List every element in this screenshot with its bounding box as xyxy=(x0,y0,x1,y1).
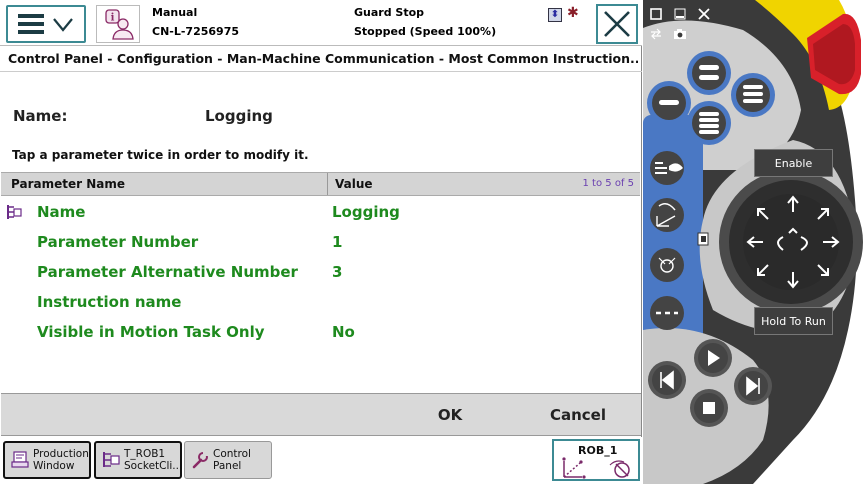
safety-state: Guard Stop xyxy=(354,6,425,19)
main-menu-button[interactable] xyxy=(6,5,86,43)
close-icon xyxy=(604,11,630,37)
hold-to-run-label: Hold To Run xyxy=(761,314,826,328)
production-window-icon xyxy=(11,451,29,468)
parameter-name: Instruction name xyxy=(37,293,182,311)
task-label-2: Panel xyxy=(213,460,242,472)
parameter-value: Logging xyxy=(332,203,400,221)
parameter-grid-header: Parameter Name Value 1 to 5 of 5 xyxy=(1,172,640,196)
hotedit-button[interactable]: i xyxy=(96,5,140,43)
ok-button[interactable]: OK xyxy=(387,394,513,436)
taskbar: Production Window T_ROB1 SocketCli... Cont… xyxy=(0,437,642,484)
table-row[interactable]: Name Logging xyxy=(1,197,640,227)
parameter-name: Parameter Number xyxy=(37,233,199,251)
hold-to-run-button[interactable]: Hold To Run xyxy=(754,307,833,335)
svg-text:i: i xyxy=(111,13,115,24)
parameter-value: 3 xyxy=(332,263,343,281)
program-state-icon: ⬍ xyxy=(548,8,562,22)
controller-name: CN-L-7256975 xyxy=(152,25,239,38)
top-bar: i Manual CN-L-7256975 Guard Stop Stopped… xyxy=(0,0,642,46)
parameter-name: Parameter Alternative Number xyxy=(37,263,298,281)
selected-row-icon xyxy=(7,205,22,219)
parameter-grid: Name Logging Parameter Number 1 Paramete… xyxy=(1,197,640,393)
chevron-down-icon xyxy=(53,18,73,32)
instruction-name-label: Name: xyxy=(13,107,68,125)
program-editor-icon xyxy=(103,452,120,467)
table-row[interactable]: Parameter Alternative Number 3 xyxy=(1,257,640,287)
task-label-2: Window xyxy=(33,460,75,472)
parameter-name: Visible in Motion Task Only xyxy=(37,323,265,341)
table-row[interactable]: Visible in Motion Task Only No xyxy=(1,317,640,347)
flexpendant-window: i Manual CN-L-7256975 Guard Stop Stopped… xyxy=(0,0,864,484)
operating-mode: Manual xyxy=(152,6,198,19)
task-program-editor[interactable]: T_ROB1 SocketCli... xyxy=(94,441,182,479)
motion-mode-key[interactable] xyxy=(650,198,684,232)
hint-text: Tap a parameter twice in order to modify… xyxy=(12,148,309,162)
task-control-panel[interactable]: Control Panel xyxy=(184,441,272,479)
instruction-name-value: Logging xyxy=(205,107,273,125)
task-label-2: SocketCli... xyxy=(124,460,183,472)
enable-button[interactable]: Enable xyxy=(754,149,833,177)
step-forward-button[interactable] xyxy=(734,367,772,405)
step-backward-button[interactable] xyxy=(648,361,686,399)
close-button[interactable] xyxy=(596,4,638,44)
wrench-icon xyxy=(192,452,208,469)
stop-button[interactable] xyxy=(690,389,728,427)
divider xyxy=(0,71,642,72)
parameter-name: Name xyxy=(37,203,86,221)
motion-state: Stopped (Speed 100%) xyxy=(354,25,497,38)
parameter-value: No xyxy=(332,323,355,341)
task-label-1: T_ROB1 xyxy=(124,448,166,460)
task-label-1: Production xyxy=(33,448,89,460)
column-header-value[interactable]: Value xyxy=(335,177,373,191)
incremental-mode-key[interactable] xyxy=(650,248,684,282)
gear-icon: ✱ xyxy=(567,5,579,21)
camera-icon[interactable] xyxy=(673,28,687,42)
column-header-name[interactable]: Parameter Name xyxy=(1,173,328,195)
info-user-icon: i xyxy=(105,9,134,40)
paging-indicator: 1 to 5 of 5 xyxy=(582,178,634,189)
swap-icon[interactable] xyxy=(649,28,663,42)
pendant-hardware: Enable Hold To Run xyxy=(643,0,864,484)
status-bar[interactable]: Manual CN-L-7256975 Guard Stop Stopped (… xyxy=(146,3,586,43)
quickset-button[interactable]: ROB_1 xyxy=(552,439,640,481)
parameter-value: 1 xyxy=(332,233,343,251)
jog-settings-icon xyxy=(562,457,630,479)
toggle-key[interactable] xyxy=(650,296,684,330)
close-window-icon[interactable] xyxy=(697,7,711,21)
command-bar: OK Cancel xyxy=(1,394,641,436)
pendant-body xyxy=(643,0,863,484)
task-production-window[interactable]: Production Window xyxy=(3,441,91,479)
breadcrumb: Control Panel - Configuration - Man-Mach… xyxy=(8,51,638,66)
table-row[interactable]: Instruction name xyxy=(1,287,640,317)
enable-label: Enable xyxy=(774,156,813,170)
minimize-icon[interactable] xyxy=(673,7,687,21)
start-button[interactable] xyxy=(694,339,732,377)
task-label-1: Control xyxy=(213,448,251,460)
hamburger-icon xyxy=(18,14,44,34)
maximize-icon[interactable] xyxy=(649,7,663,21)
table-row[interactable]: Parameter Number 1 xyxy=(1,227,640,257)
mechanical-unit-key[interactable] xyxy=(650,151,684,185)
cancel-button[interactable]: Cancel xyxy=(515,394,641,436)
pendant-screen: i Manual CN-L-7256975 Guard Stop Stopped… xyxy=(0,0,642,484)
